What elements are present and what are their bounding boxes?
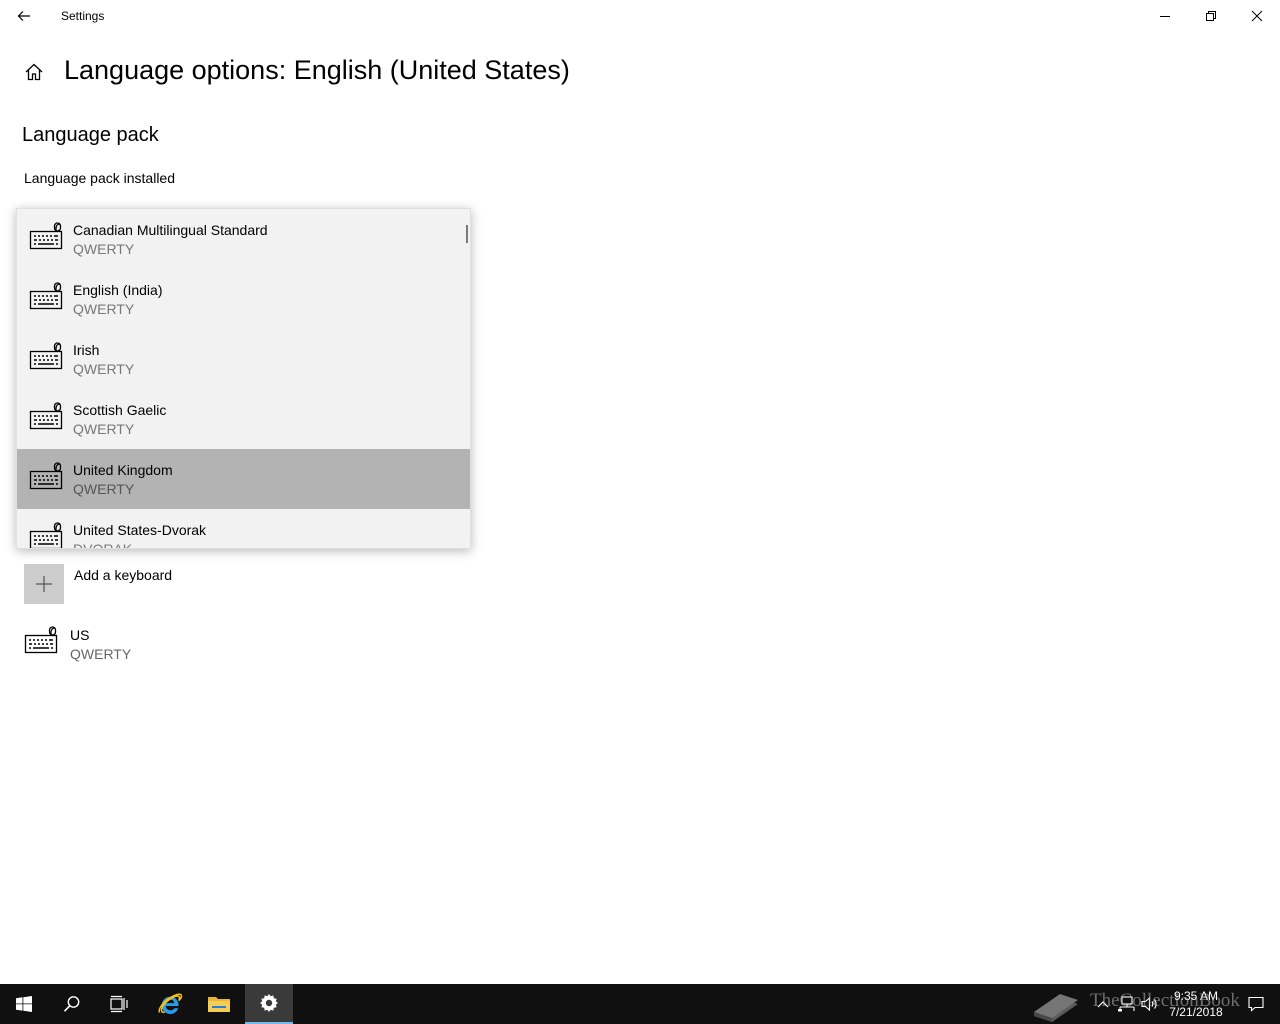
title-bar: Settings bbox=[0, 0, 1280, 32]
network-icon bbox=[1118, 996, 1135, 1012]
minimize-button[interactable] bbox=[1142, 0, 1188, 32]
close-icon bbox=[1251, 10, 1263, 22]
dropdown-item-united-states-dvorak[interactable]: United States-Dvorak DVORAK bbox=[17, 509, 470, 549]
keyboard-icon bbox=[29, 222, 63, 250]
taskbar-clock[interactable]: 9:35 AM 7/21/2018 bbox=[1160, 988, 1232, 1020]
app-title: Settings bbox=[61, 9, 105, 23]
internet-explorer-button[interactable] bbox=[146, 984, 194, 1024]
dropdown-item-united-kingdom[interactable]: United Kingdom QWERTY bbox=[17, 449, 470, 509]
keyboard-icon bbox=[29, 462, 63, 490]
dropdown-item-name: United States-Dvorak bbox=[73, 522, 207, 538]
internet-explorer-icon bbox=[158, 993, 183, 1014]
dropdown-item-layout: DVORAK bbox=[73, 541, 133, 549]
dropdown-item-layout: QWERTY bbox=[73, 421, 135, 437]
restore-icon bbox=[1206, 11, 1216, 21]
taskbar: 9:35 AM 7/21/2018 bbox=[0, 984, 1280, 1024]
dropdown-item-name: United Kingdom bbox=[73, 462, 173, 478]
keyboard-icon bbox=[29, 402, 63, 430]
file-explorer-button[interactable] bbox=[195, 984, 243, 1024]
add-keyboard-label: Add a keyboard bbox=[74, 567, 173, 583]
gear-icon bbox=[260, 994, 278, 1012]
keyboard-layout: QWERTY bbox=[70, 646, 132, 662]
language-pack-heading: Language pack bbox=[22, 124, 159, 146]
chevron-up-icon bbox=[1097, 1001, 1109, 1008]
dropdown-item-name: English (India) bbox=[73, 282, 163, 298]
installed-keyboard-us[interactable]: US QWERTY bbox=[24, 624, 324, 668]
show-hidden-icons-button[interactable] bbox=[1092, 984, 1114, 1024]
add-keyboard-button[interactable]: Add a keyboard bbox=[24, 564, 324, 604]
dropdown-item-name: Irish bbox=[73, 342, 100, 358]
keyboard-icon bbox=[24, 626, 58, 654]
folder-icon bbox=[208, 997, 230, 1012]
dropdown-item-name: Scottish Gaelic bbox=[73, 402, 167, 418]
search-button[interactable] bbox=[48, 984, 96, 1024]
keyboard-icon bbox=[29, 522, 63, 548]
dropdown-item-scottish-gaelic[interactable]: Scottish Gaelic QWERTY bbox=[17, 389, 470, 449]
restore-button[interactable] bbox=[1188, 0, 1234, 32]
settings-taskbar-button[interactable] bbox=[245, 984, 293, 1024]
dropdown-item-irish[interactable]: Irish QWERTY bbox=[17, 329, 470, 389]
notification-icon bbox=[1248, 996, 1264, 1012]
speaker-icon bbox=[1141, 996, 1157, 1012]
dropdown-item-layout: QWERTY bbox=[73, 361, 135, 377]
dropdown-item-layout: QWERTY bbox=[73, 301, 135, 317]
dropdown-scrollbar-thumb[interactable] bbox=[466, 225, 468, 243]
network-tray-button[interactable] bbox=[1114, 984, 1138, 1024]
start-button[interactable] bbox=[0, 984, 48, 1024]
home-button[interactable] bbox=[18, 56, 50, 88]
home-icon bbox=[25, 63, 43, 81]
dropdown-item-layout: QWERTY bbox=[73, 481, 135, 497]
keyboard-picker-dropdown[interactable]: Canadian Multilingual Standard QWERTY En… bbox=[16, 208, 471, 549]
close-button[interactable] bbox=[1234, 0, 1280, 32]
keyboard-icon bbox=[29, 282, 63, 310]
keyboard-icon bbox=[29, 342, 63, 370]
windows-logo-icon bbox=[16, 996, 32, 1012]
back-arrow-icon bbox=[17, 11, 30, 21]
search-icon bbox=[63, 996, 80, 1012]
task-view-icon bbox=[110, 995, 128, 1013]
task-view-button[interactable] bbox=[96, 984, 144, 1024]
keyboard-name: US bbox=[70, 627, 90, 643]
back-button[interactable] bbox=[8, 2, 40, 30]
plus-icon bbox=[36, 576, 52, 592]
dropdown-item-canadian-multilingual[interactable]: Canadian Multilingual Standard QWERTY bbox=[17, 209, 470, 269]
language-pack-status: Language pack installed bbox=[24, 170, 176, 186]
action-center-button[interactable] bbox=[1236, 984, 1276, 1024]
settings-window: Settings Language options: English (Unit… bbox=[0, 0, 1280, 984]
plus-tile bbox=[24, 564, 64, 604]
minimize-icon bbox=[1160, 16, 1170, 17]
dropdown-item-layout: QWERTY bbox=[73, 241, 135, 257]
clock-time: 9:35 AM bbox=[1173, 989, 1219, 1003]
clock-date: 7/21/2018 bbox=[1169, 1005, 1223, 1019]
dropdown-item-name: Canadian Multilingual Standard bbox=[73, 222, 268, 238]
page-title: Language options: English (United States… bbox=[64, 55, 570, 85]
volume-tray-button[interactable] bbox=[1138, 984, 1162, 1024]
dropdown-item-english-india[interactable]: English (India) QWERTY bbox=[17, 269, 470, 329]
